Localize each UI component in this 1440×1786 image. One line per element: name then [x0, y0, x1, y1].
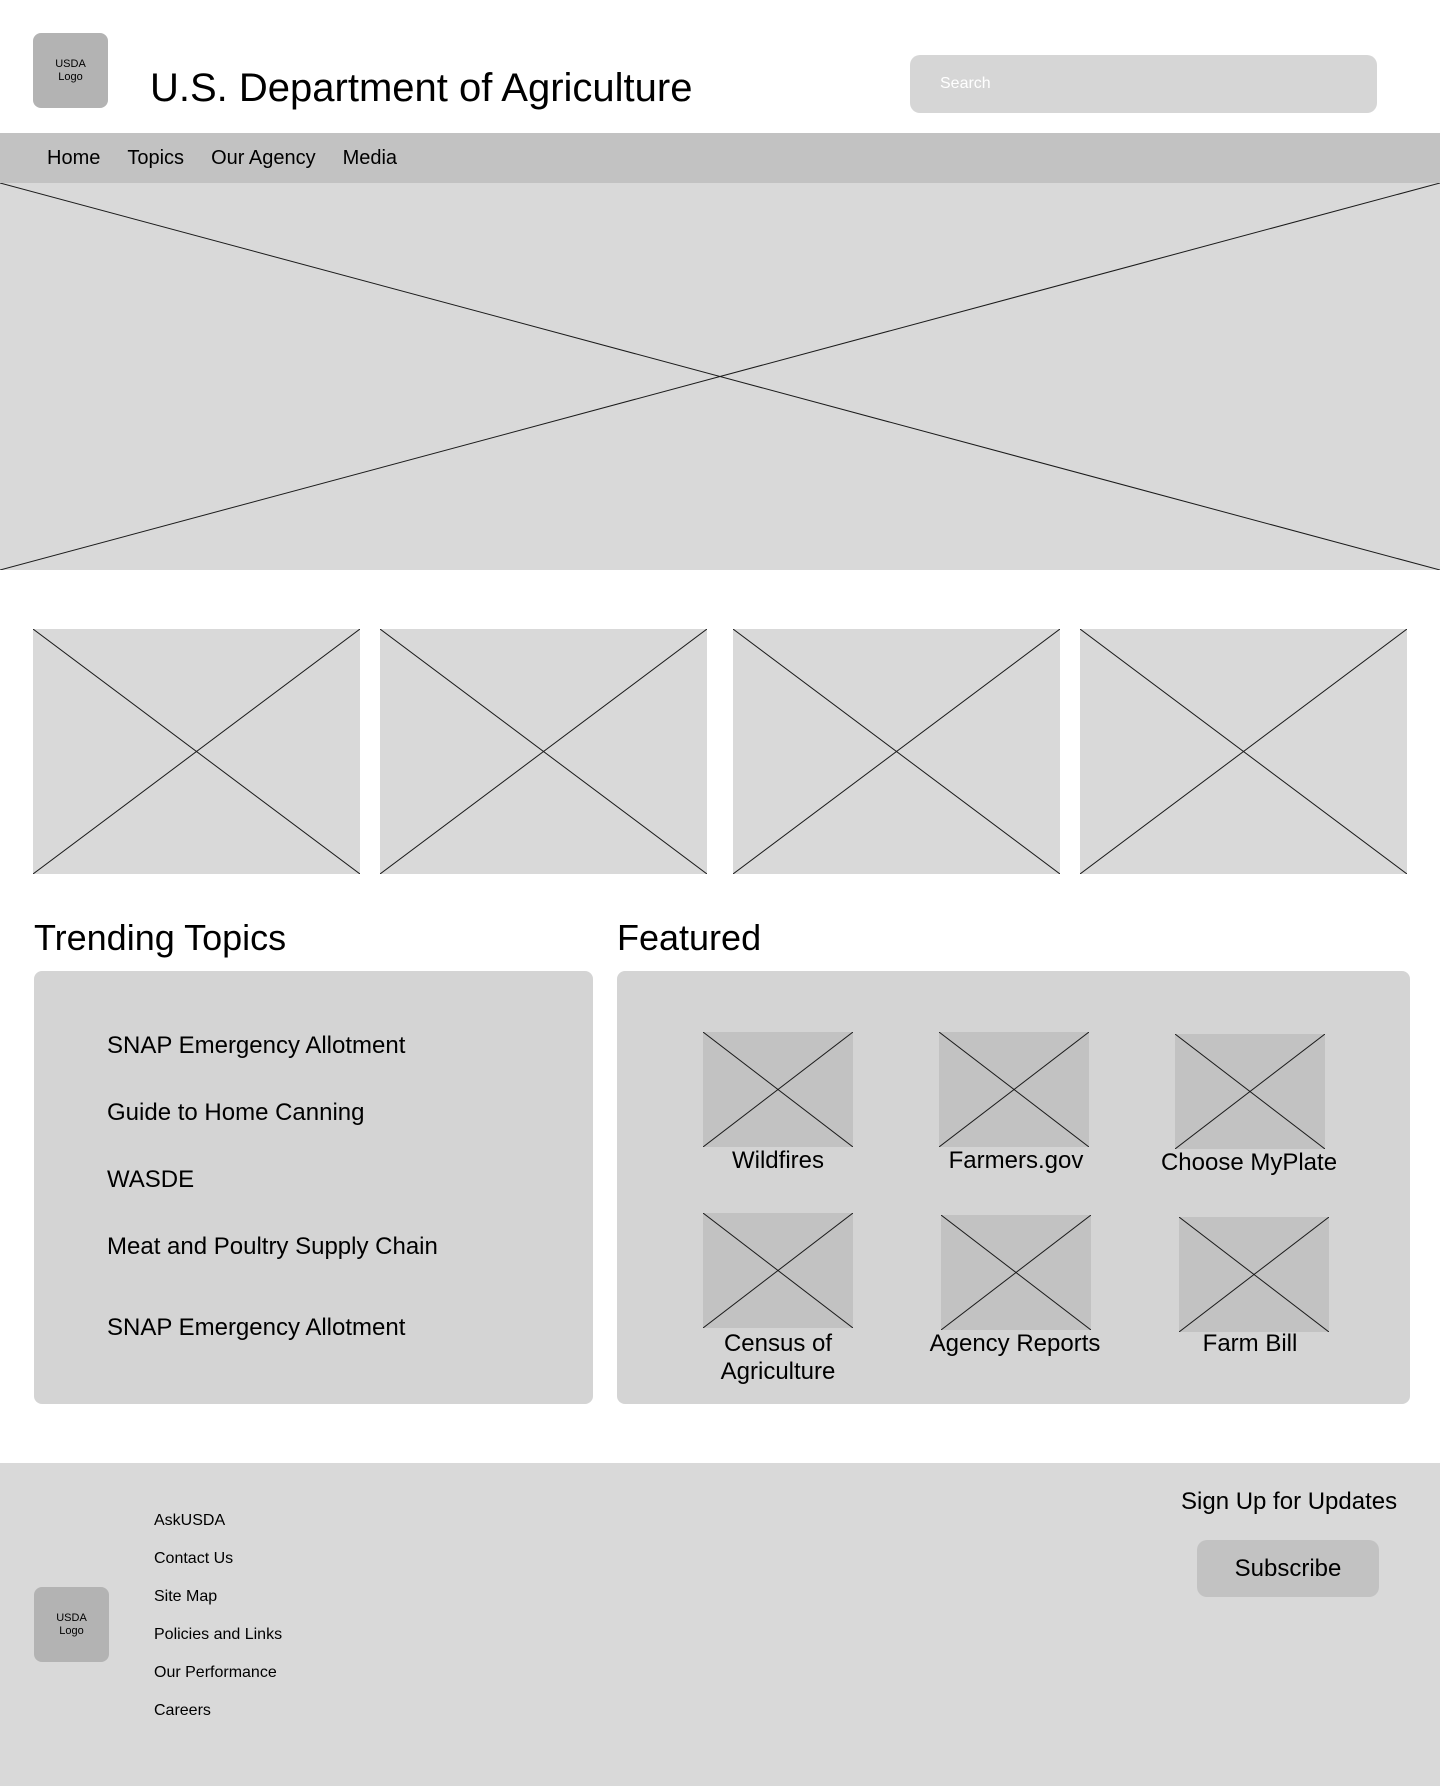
featured-label[interactable]: Farm Bill [1150, 1330, 1350, 1358]
footer-link-site-map[interactable]: Site Map [154, 1587, 217, 1607]
featured-image-farmers-gov[interactable] [939, 1032, 1089, 1147]
promo-card-1[interactable] [33, 629, 360, 874]
nav-item-media[interactable]: Media [343, 146, 397, 170]
footer-link-our-performance[interactable]: Our Performance [154, 1663, 277, 1683]
footer-usda-logo[interactable]: USDA Logo [34, 1587, 109, 1662]
image-placeholder-icon [1175, 1034, 1325, 1149]
image-placeholder-icon [0, 183, 1440, 570]
search-input[interactable] [910, 55, 1377, 113]
trending-item[interactable]: Guide to Home Canning [107, 1098, 364, 1128]
usda-logo[interactable]: USDA Logo [33, 33, 108, 108]
footer: USDA Logo AskUSDA Contact Us Site Map Po… [0, 1463, 1440, 1786]
subscribe-button[interactable]: Subscribe [1197, 1540, 1379, 1597]
image-placeholder-icon [703, 1213, 853, 1328]
trending-item[interactable]: SNAP Emergency Allotment [107, 1031, 405, 1061]
image-placeholder-icon [733, 629, 1060, 874]
image-placeholder-icon [939, 1032, 1089, 1147]
footer-link-askusda[interactable]: AskUSDA [154, 1511, 225, 1531]
promo-card-4[interactable] [1080, 629, 1407, 874]
footer-link-contact-us[interactable]: Contact Us [154, 1549, 233, 1569]
featured-image-census[interactable] [703, 1213, 853, 1328]
promo-card-3[interactable] [733, 629, 1060, 874]
footer-link-policies[interactable]: Policies and Links [154, 1625, 282, 1645]
image-placeholder-icon [1080, 629, 1407, 874]
site-title: U.S. Department of Agriculture [150, 66, 693, 110]
featured-label[interactable]: Census of Agriculture [703, 1330, 853, 1386]
featured-heading: Featured [617, 917, 762, 958]
footer-link-careers[interactable]: Careers [154, 1701, 211, 1721]
featured-image-agency-reports[interactable] [941, 1215, 1091, 1330]
hero-image [0, 183, 1440, 570]
featured-image-choose-myplate[interactable] [1175, 1034, 1325, 1149]
featured-label[interactable]: Wildfires [678, 1147, 878, 1175]
logo-text: USDA Logo [56, 1611, 87, 1637]
featured-image-wildfires[interactable] [703, 1032, 853, 1147]
featured-label[interactable]: Agency Reports [915, 1330, 1115, 1358]
nav-item-home[interactable]: Home [47, 146, 100, 170]
featured-label[interactable]: Choose MyPlate [1149, 1149, 1349, 1177]
trending-item[interactable]: WASDE [107, 1165, 194, 1195]
featured-panel: Wildfires Farmers.gov Choose MyPlate Cen… [617, 971, 1410, 1404]
promo-card-2[interactable] [380, 629, 707, 874]
trending-panel: SNAP Emergency Allotment Guide to Home C… [34, 971, 593, 1404]
main-nav: Home Topics Our Agency Media [0, 133, 1440, 183]
featured-label[interactable]: Farmers.gov [916, 1147, 1116, 1175]
trending-heading: Trending Topics [34, 917, 287, 958]
image-placeholder-icon [703, 1032, 853, 1147]
image-placeholder-icon [380, 629, 707, 874]
signup-label: Sign Up for Updates [1181, 1488, 1398, 1515]
nav-item-topics[interactable]: Topics [127, 146, 184, 170]
image-placeholder-icon [33, 629, 360, 874]
featured-image-farm-bill[interactable] [1179, 1217, 1329, 1332]
image-placeholder-icon [1179, 1217, 1329, 1332]
trending-item[interactable]: Meat and Poultry Supply Chain [107, 1232, 438, 1262]
logo-text: USDA Logo [55, 57, 86, 83]
nav-item-our-agency[interactable]: Our Agency [211, 146, 316, 170]
image-placeholder-icon [941, 1215, 1091, 1330]
trending-item[interactable]: SNAP Emergency Allotment [107, 1313, 405, 1343]
